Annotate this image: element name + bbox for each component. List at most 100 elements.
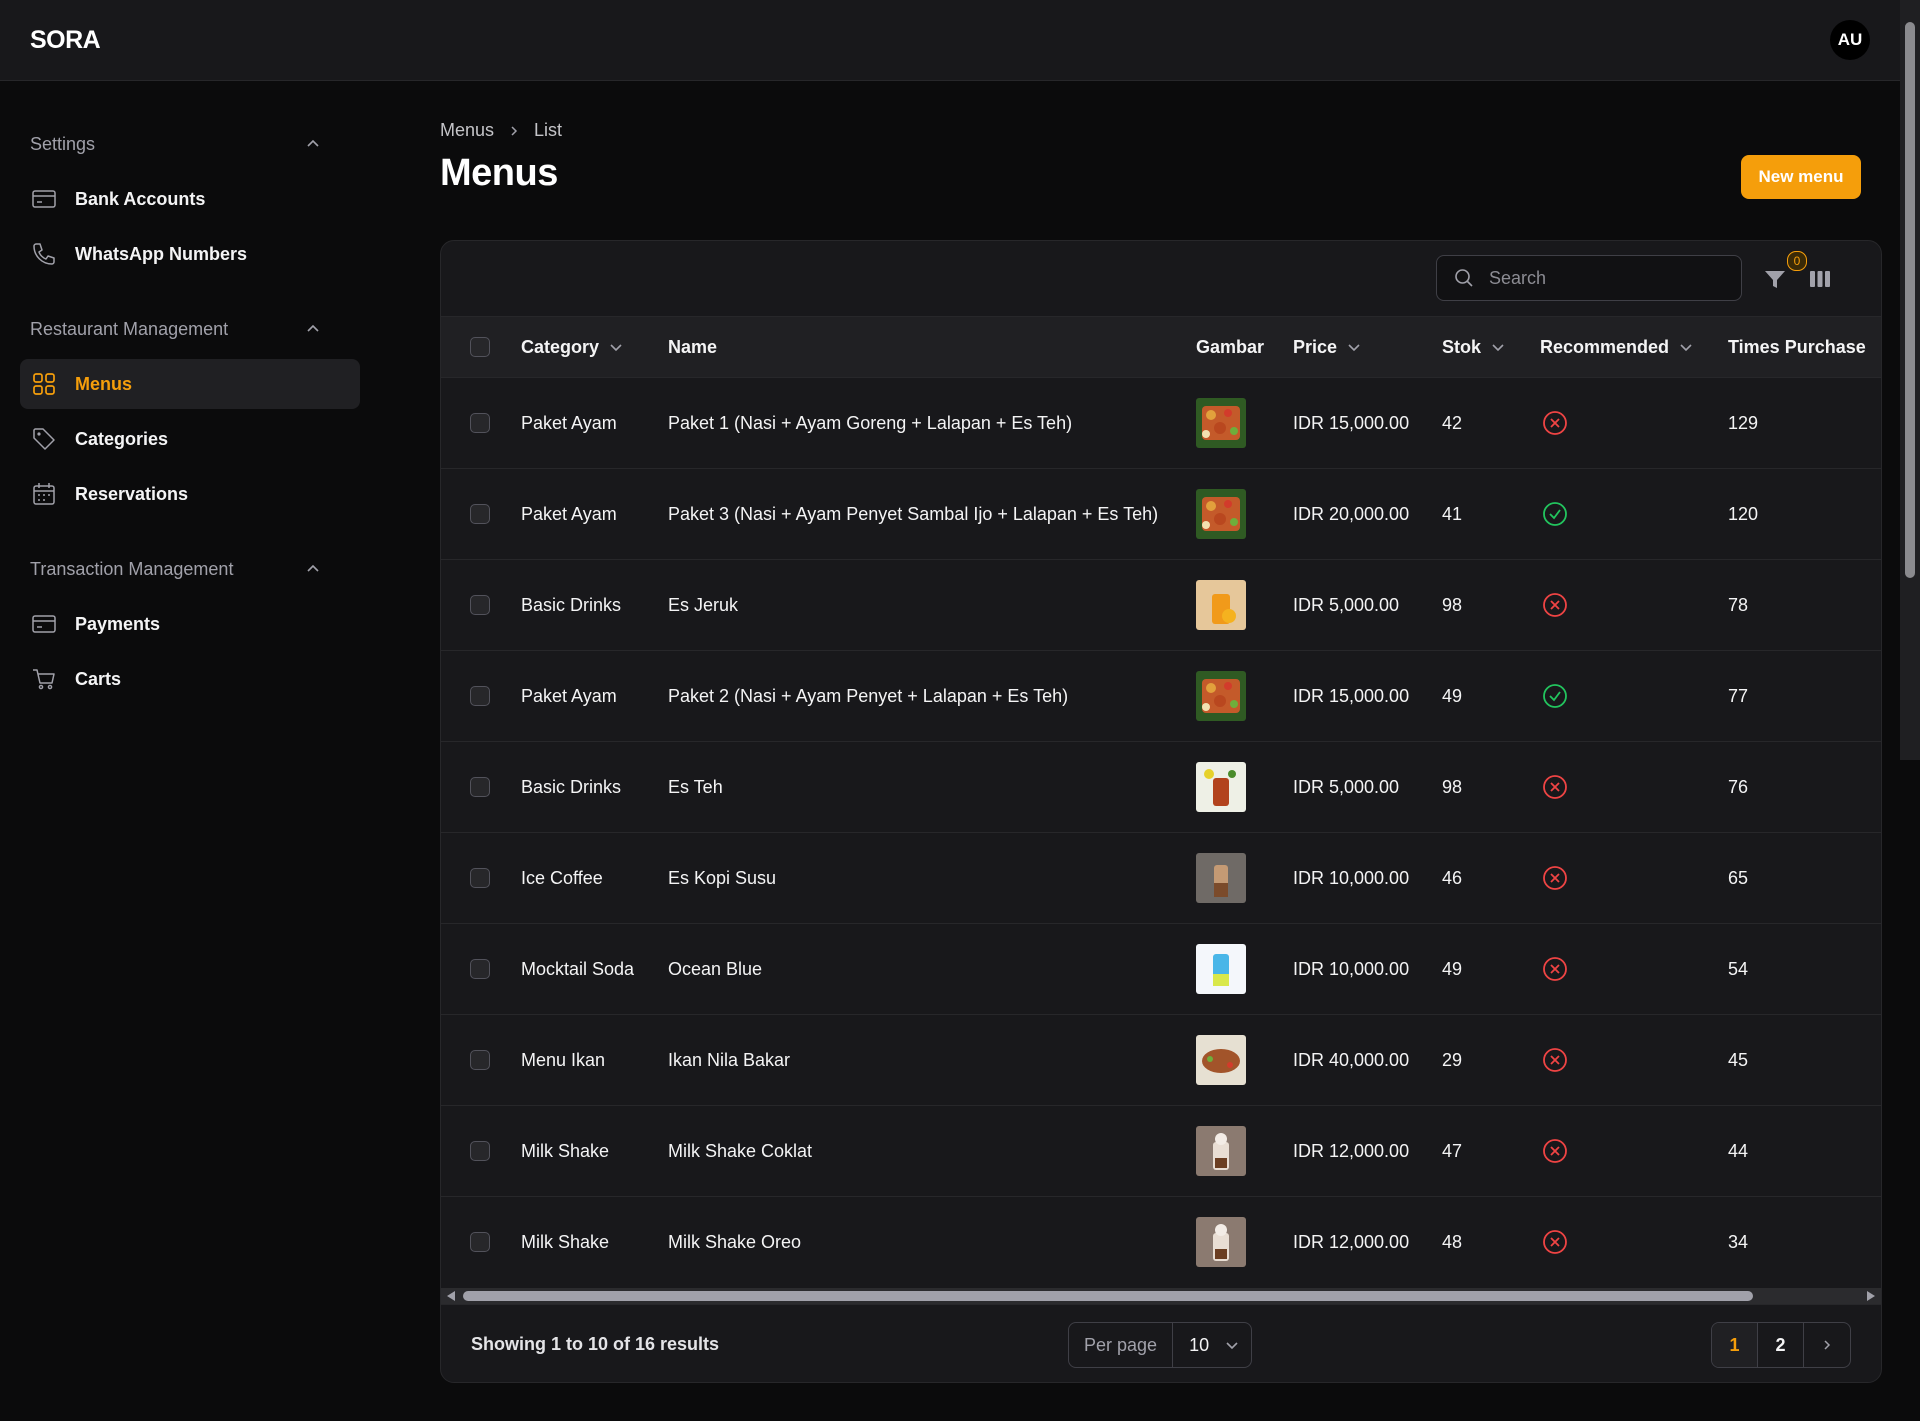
sidebar-item-bank-accounts[interactable]: Bank Accounts <box>20 174 360 224</box>
select-all[interactable] <box>470 317 490 377</box>
search-icon <box>1455 269 1473 287</box>
cell-recommended <box>1541 560 1569 650</box>
cell-recommended <box>1541 1197 1569 1281</box>
sidebar-item-whatsapp-numbers[interactable]: WhatsApp Numbers <box>20 229 360 279</box>
per-page-value[interactable]: 10 <box>1173 1335 1239 1356</box>
chevron-down-icon <box>1680 344 1692 352</box>
per-page-select[interactable]: Per page 10 <box>1068 1322 1252 1368</box>
chevron-right-icon <box>1824 1340 1831 1350</box>
cell-category: Milk Shake <box>521 1231 610 1252</box>
cell-gambar <box>1196 742 1246 832</box>
filter-icon[interactable] <box>1761 265 1789 293</box>
search-box[interactable] <box>1436 255 1742 301</box>
row-select[interactable] <box>470 924 490 1014</box>
table-row[interactable]: Milk Shake Milk Shake Oreo IDR 12,000.00 48… <box>441 1197 1881 1281</box>
check-circle-icon <box>1543 502 1567 526</box>
horizontal-scrollbar-thumb[interactable] <box>463 1291 1753 1301</box>
row-checkbox[interactable] <box>470 1141 490 1161</box>
row-select[interactable] <box>470 651 490 741</box>
search-input[interactable] <box>1487 266 1711 290</box>
row-checkbox[interactable] <box>470 777 490 797</box>
table-footer: Showing 1 to 10 of 16 results Per page 1… <box>441 1304 1881 1382</box>
sidebar-item-categories[interactable]: Categories <box>20 414 360 464</box>
sidebar-item-menus[interactable]: Menus <box>20 359 360 409</box>
table-row[interactable]: Paket Ayam Paket 1 (Nasi + Ayam Goreng + … <box>441 378 1881 469</box>
row-select[interactable] <box>470 378 490 468</box>
breadcrumb: Menus List <box>440 120 562 141</box>
row-checkbox[interactable] <box>470 868 490 888</box>
row-checkbox[interactable] <box>470 595 490 615</box>
sidebar-group-label: Restaurant Management <box>30 318 229 339</box>
page-button-2[interactable]: 2 <box>1758 1323 1804 1367</box>
row-checkbox[interactable] <box>470 504 490 524</box>
sidebar-item-label: Menus <box>75 373 133 394</box>
x-circle-icon <box>1543 593 1567 617</box>
new-menu-button[interactable]: New menu <box>1741 155 1861 199</box>
select-all-checkbox[interactable] <box>470 337 490 357</box>
chevron-right-icon <box>511 125 518 136</box>
x-circle-icon <box>1543 1048 1567 1072</box>
row-select[interactable] <box>470 560 490 650</box>
table-row[interactable]: Menu Ikan Ikan Nila Bakar IDR 40,000.00 29 4… <box>441 1015 1881 1106</box>
breadcrumb-parent[interactable]: Menus <box>440 120 494 141</box>
row-select[interactable] <box>470 469 490 559</box>
per-page-value-text: 10 <box>1189 1334 1210 1355</box>
user-avatar[interactable]: AU <box>1830 20 1870 60</box>
brand-logo[interactable]: SORA <box>30 26 101 55</box>
row-checkbox[interactable] <box>470 1232 490 1252</box>
menu-image-milkshake <box>1196 1217 1246 1267</box>
cell-times-purchased: 65 <box>1728 867 1749 888</box>
column-header-stok[interactable]: Stok <box>1442 317 1505 377</box>
horizontal-scrollbar[interactable] <box>441 1288 1881 1304</box>
table-card: 0 Category Name Gambar Price Stok Recomm… <box>440 240 1882 1383</box>
scroll-left-arrow[interactable] <box>447 1291 455 1301</box>
table-row[interactable]: Milk Shake Milk Shake Coklat IDR 12,000.00… <box>441 1106 1881 1197</box>
row-checkbox[interactable] <box>470 686 490 706</box>
column-header-label: Stok <box>1442 336 1482 357</box>
cell-recommended <box>1541 833 1569 923</box>
table-row[interactable]: Paket Ayam Paket 2 (Nasi + Ayam Penyet + … <box>441 651 1881 742</box>
row-checkbox[interactable] <box>470 959 490 979</box>
page-scrollbar[interactable] <box>1900 0 1920 760</box>
column-header-category[interactable]: Category <box>521 317 623 377</box>
scroll-right-arrow[interactable] <box>1867 1291 1875 1301</box>
page-scrollbar-thumb[interactable] <box>1905 22 1915 578</box>
menu-image-iced-coffee <box>1196 853 1246 903</box>
calendar-icon <box>33 483 55 505</box>
row-checkbox[interactable] <box>470 413 490 433</box>
sidebar-group-restaurant-management[interactable]: Restaurant Management <box>0 309 350 349</box>
table-row[interactable]: Mocktail Soda Ocean Blue IDR 10,000.00 49 54 <box>441 924 1881 1015</box>
columns-icon[interactable] <box>1806 265 1834 293</box>
row-select[interactable] <box>470 833 490 923</box>
sidebar-item-payments[interactable]: Payments <box>20 599 360 649</box>
cell-name: Paket 3 (Nasi + Ayam Penyet Sambal Ijo +… <box>668 503 1159 524</box>
pagination: 1 2 <box>1711 1322 1851 1368</box>
sidebar-group-transaction-management[interactable]: Transaction Management <box>0 549 350 589</box>
page-button-1[interactable]: 1 <box>1712 1323 1758 1367</box>
chevron-down-icon <box>1226 1342 1238 1350</box>
cell-stok: 49 <box>1442 958 1463 979</box>
sidebar-group-settings[interactable]: Settings <box>0 124 350 164</box>
row-checkbox[interactable] <box>470 1050 490 1070</box>
next-page-button[interactable] <box>1804 1323 1850 1367</box>
row-select[interactable] <box>470 1197 490 1281</box>
x-circle-icon <box>1543 775 1567 799</box>
chevron-down-icon <box>610 344 622 352</box>
cell-recommended <box>1541 1106 1569 1196</box>
sidebar-item-reservations[interactable]: Reservations <box>20 469 360 519</box>
table-row[interactable]: Paket Ayam Paket 3 (Nasi + Ayam Penyet Sa… <box>441 469 1881 560</box>
row-select[interactable] <box>470 1106 490 1196</box>
row-select[interactable] <box>470 1015 490 1105</box>
table-row[interactable]: Ice Coffee Es Kopi Susu IDR 10,000.00 46 65 <box>441 833 1881 924</box>
table-row[interactable]: Basic Drinks Es Teh IDR 5,000.00 98 76 <box>441 742 1881 833</box>
column-header-label: Name <box>668 336 718 357</box>
breadcrumb-current: List <box>534 120 563 140</box>
cell-price: IDR 10,000.00 <box>1293 867 1410 888</box>
table-row[interactable]: Basic Drinks Es Jeruk IDR 5,000.00 98 78 <box>441 560 1881 651</box>
cell-price: IDR 15,000.00 <box>1293 685 1410 706</box>
sidebar-item-carts[interactable]: Carts <box>20 654 360 704</box>
column-header-price[interactable]: Price <box>1293 317 1361 377</box>
row-select[interactable] <box>470 742 490 832</box>
column-header-recommended[interactable]: Recommended <box>1540 317 1693 377</box>
cell-stok: 41 <box>1442 503 1463 524</box>
